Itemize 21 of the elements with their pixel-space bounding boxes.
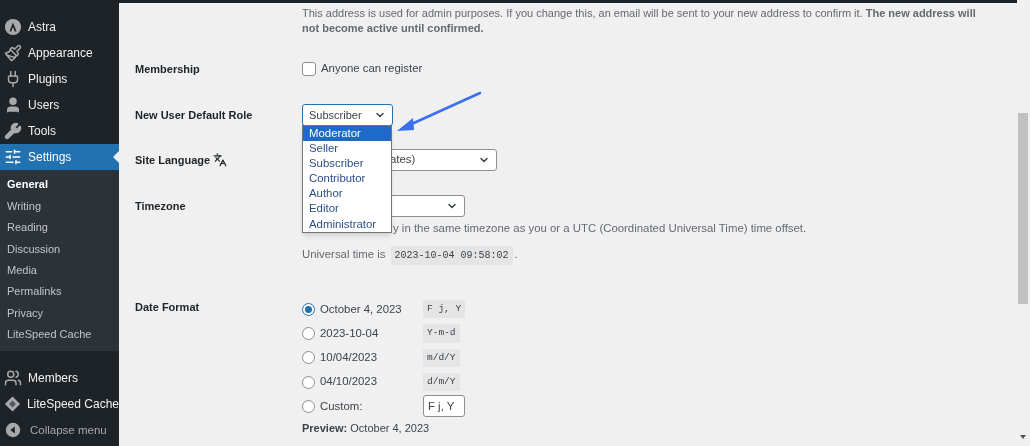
format-code: F j, Y: [423, 300, 466, 319]
field-label: Timezone: [135, 198, 187, 214]
email-description: This address is used for admin purposes. If you change this, an email will be sent to your new address to confirm it. The new address will not become active until confirmed.: [302, 6, 977, 36]
format-code: m/d/Y: [423, 348, 460, 367]
radio-label: 2023-10-04: [320, 325, 380, 341]
field-label: New User Default Role: [135, 107, 254, 123]
radio-label: October 4, 2023: [320, 301, 403, 317]
time-code: 2023-10-04 09:58:02: [390, 245, 513, 265]
field-label: Site Language: [135, 152, 211, 168]
preview-text: Preview: October 4, 2023: [302, 421, 431, 437]
timezone-description: y in the same timezone as you or a UTC (Coordinated Universal Time) time offset.: [393, 220, 807, 236]
universal-time-label: Universal time is: [302, 247, 386, 263]
radio-label: 10/04/2023: [320, 350, 378, 366]
format-code: d/m/Y: [423, 372, 460, 392]
checkbox-label: Anyone can register: [321, 61, 423, 77]
period-text: .: [514, 247, 518, 263]
format-code: Y-m-d: [423, 324, 460, 343]
field-label: Date Format: [135, 299, 200, 315]
radio-label: Custom:: [320, 398, 364, 414]
field-label: Membership: [135, 61, 201, 77]
radio-label: 04/10/2023: [320, 374, 378, 390]
